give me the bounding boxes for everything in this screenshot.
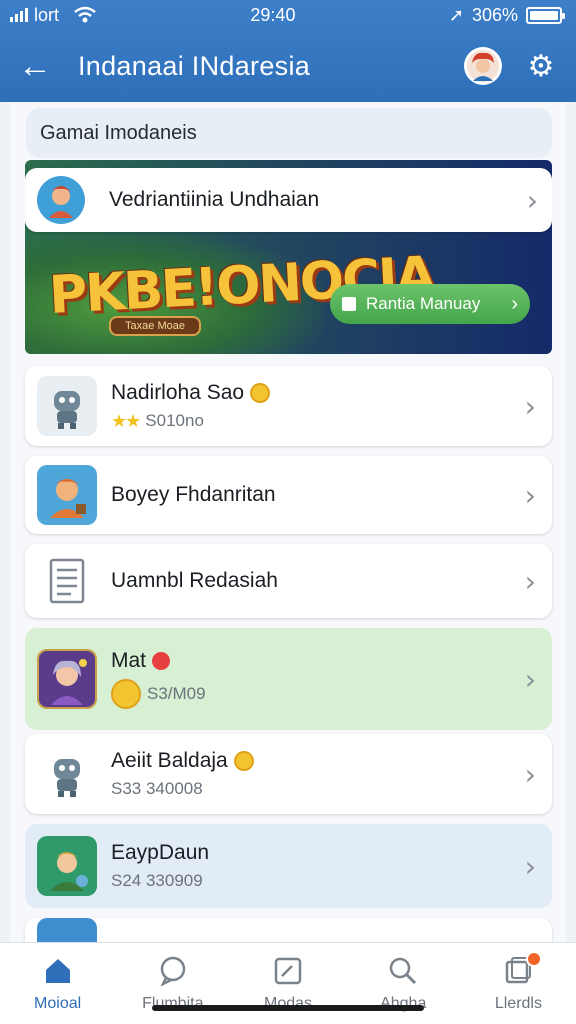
play-button[interactable]: Rantia Manuay › [330,284,530,324]
battery-icon [525,6,565,24]
elf-character-icon [37,836,97,896]
page-title: Indanaai INdaresia [78,50,311,81]
main-content[interactable]: Gamai Imodaneis PKBE!ONOCIA Taxae Moae R… [10,102,566,942]
game-logo-tag: Taxae Moae [109,316,201,336]
search-icon [387,955,419,987]
home-indicator [152,1005,424,1011]
chevron-right-icon: › [524,564,536,598]
list-item[interactable]: Uamnbl Redasiah › [25,544,552,618]
list-item-name: Boyey Fhdanritan [111,483,276,506]
list-item-name: Nadirloha Sao [111,380,245,404]
coin-icon [111,679,141,709]
princess-character-icon [37,649,97,709]
nav-item-notes[interactable]: Llerdls [461,943,576,1024]
list-item[interactable]: Nadirloha Sao ★★ S010no › [25,366,552,446]
chevron-right-icon: › [524,849,536,883]
list-item-name: Aeiit Baldaja [111,749,228,772]
character-avatar-icon [37,176,85,224]
list-item-sub: S33 340008 [111,779,203,798]
location-icon: ➚ [448,4,464,25]
play-button-label: Rantia Manuay [366,294,481,313]
list-item-sub: S24 330909 [111,871,203,890]
avatar[interactable] [464,47,502,85]
section-header: Gamai Imodaneis [26,108,552,158]
clock: 29:40 [250,4,296,25]
robot-character-icon [37,376,97,436]
nav-item-modes[interactable]: Modas [230,943,345,1024]
notification-dot-icon [152,652,171,670]
home-icon [42,955,74,987]
nav-label: Llerdls [494,995,542,1012]
robot-character-icon [37,744,97,804]
nav-label: Moioal [34,995,82,1012]
coin-icon [250,382,271,403]
chevron-right-icon: › [524,389,536,423]
list-item[interactable]: Mat S3/M09 › [25,628,552,730]
list-item-name: Mat [111,649,147,672]
wifi-icon [74,6,96,23]
list-item-sub: S3/M09 [147,684,206,703]
gear-icon[interactable]: ⚙ [524,49,558,84]
top-bar: lort 29:40 ➚ 306% ← Indanaai INdaresia ⚙ [0,0,576,102]
chevron-right-icon: › [524,478,536,512]
list-item[interactable]: EaypDaun S24 330909 › [25,824,552,908]
user-avatar-icon [467,50,499,82]
signal-icon [10,8,28,22]
nav-item-chat[interactable]: Flumbita [115,943,230,1024]
coin-icon [233,751,254,771]
nav-item-search[interactable]: Ahgha [346,943,461,1024]
list-item[interactable]: Boyey Fhdanritan › [25,456,552,534]
app-bar: ← Indanaai INdaresia ⚙ [0,30,576,102]
nav-item-home[interactable]: Moioal [0,943,115,1024]
notification-badge [526,951,543,967]
play-square-icon [342,297,356,311]
list-item-name: EaypDaun [111,841,210,864]
game-thumbnail-icon [37,918,97,942]
chat-icon [157,955,189,987]
chevron-right-icon: › [524,662,536,696]
list-item-name: Uamnbl Redasiah [111,569,278,592]
carrier-label: lort [34,4,60,25]
warrior-character-icon [37,465,97,525]
list-item-sub: S010no [145,411,204,430]
bottom-nav: Moioal Flumbita Modas Ahgha Llerdls [0,942,576,1024]
status-bar: lort 29:40 ➚ 306% [0,0,576,30]
arrow-left-icon[interactable]: ← [18,49,64,83]
featured-card[interactable]: Vedriantiinia Undhaian › [25,168,552,232]
list-item[interactable]: Aeiit Baldaja S33 340008 › [25,734,552,814]
list-item[interactable] [25,918,552,942]
featured-banner[interactable]: PKBE!ONOCIA Taxae Moae Rantia Manuay › V… [25,160,552,354]
mode-icon [272,955,304,987]
chevron-right-icon: › [511,292,518,315]
document-icon [37,551,97,611]
chevron-right-icon: › [526,183,538,217]
star-rating-icon: ★★ [111,410,141,431]
battery-percent: 306% [471,4,518,25]
featured-card-label: Vedriantiinia Undhaian [109,188,320,211]
chevron-right-icon: › [524,757,536,791]
